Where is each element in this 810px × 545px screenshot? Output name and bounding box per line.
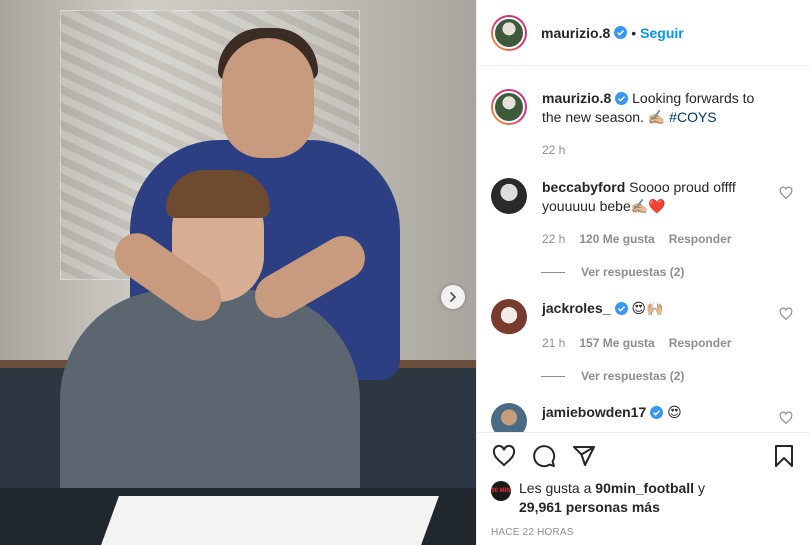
verified-icon <box>614 302 628 315</box>
likes-prefix: Les gusta a <box>519 480 596 496</box>
comment-time[interactable]: 21 h <box>542 334 565 353</box>
comments-list[interactable]: maurizio.8 Looking forwards to the new s… <box>477 66 810 432</box>
author-username[interactable]: maurizio.8 <box>541 25 610 41</box>
commenter-username[interactable]: jackroles_ <box>542 300 611 316</box>
share-button[interactable] <box>571 443 597 469</box>
post-actions: 90 MIN Les gusta a 90min_football y 29,9… <box>477 432 810 538</box>
liker-avatar[interactable]: 90 MIN <box>491 481 511 501</box>
verified-icon <box>615 92 629 105</box>
comment-likes[interactable]: 120 Me gusta <box>579 230 654 249</box>
photo-boy-hair <box>166 170 270 218</box>
heart-icon <box>492 444 516 467</box>
next-photo-button[interactable] <box>441 285 465 309</box>
post-header: maurizio.8 • Seguir <box>477 0 810 66</box>
action-icons <box>491 441 797 471</box>
commenter-avatar[interactable] <box>491 178 527 214</box>
comment-text: 😍🙌🏼 <box>631 300 664 316</box>
comment-icon <box>533 445 556 468</box>
caption-author-avatar[interactable] <box>491 89 527 125</box>
replies-line <box>541 271 565 273</box>
like-button[interactable] <box>491 443 517 469</box>
comment-item: jackroles_ 😍🙌🏼 21 h 157 Me gusta Respond… <box>491 299 797 353</box>
likes-summary: 90 MIN Les gusta a 90min_football y 29,9… <box>491 479 797 517</box>
liker-username[interactable]: 90min_football <box>595 480 694 496</box>
bookmark-icon <box>775 445 793 467</box>
caption-time[interactable]: 22 h <box>542 141 565 160</box>
replies-line <box>541 375 565 377</box>
comment-item: jamiebowden17 😍 <box>491 403 797 432</box>
post-side-panel: maurizio.8 • Seguir maurizio.8 Looking f… <box>476 0 810 545</box>
commenter-avatar[interactable] <box>491 299 527 335</box>
heart-icon[interactable] <box>779 307 793 321</box>
save-button[interactable] <box>771 443 797 469</box>
comment-text: 😍 <box>667 404 682 420</box>
heart-icon[interactable] <box>779 186 793 200</box>
post-timestamp[interactable]: HACE 22 HORAS <box>491 527 797 538</box>
commenter-username[interactable]: jamiebowden17 <box>542 404 646 420</box>
verified-icon <box>650 406 664 419</box>
view-replies-label: Ver respuestas (2) <box>581 265 685 279</box>
caption-username[interactable]: maurizio.8 <box>542 90 611 106</box>
view-replies-button[interactable]: Ver respuestas (2) <box>541 369 797 383</box>
reply-button[interactable]: Responder <box>669 230 732 249</box>
likes-middle: y <box>694 480 705 496</box>
chevron-right-icon <box>450 292 456 302</box>
view-replies-label: Ver respuestas (2) <box>581 369 685 383</box>
reply-button[interactable]: Responder <box>669 334 732 353</box>
share-icon <box>573 446 595 466</box>
caption-hashtag[interactable]: #COYS <box>669 109 716 125</box>
photo-paper <box>101 496 439 545</box>
follow-button[interactable]: Seguir <box>640 25 684 41</box>
comment-likes[interactable]: 157 Me gusta <box>579 334 654 353</box>
verified-icon <box>614 26 628 39</box>
comment-item: beccabyford Soooo proud offff youuuuu be… <box>491 178 797 249</box>
commenter-avatar[interactable] <box>491 403 527 432</box>
post-photo[interactable] <box>0 0 476 545</box>
author-avatar[interactable] <box>491 14 527 51</box>
caption: maurizio.8 Looking forwards to the new s… <box>491 89 797 160</box>
separator-dot: • <box>631 24 637 41</box>
photo-man-head <box>222 38 314 158</box>
likes-count[interactable]: 29,961 personas más <box>519 499 660 515</box>
heart-icon[interactable] <box>779 411 793 425</box>
comment-time[interactable]: 22 h <box>542 230 565 249</box>
photo-boy-body <box>60 290 360 520</box>
view-replies-button[interactable]: Ver respuestas (2) <box>541 265 797 279</box>
commenter-username[interactable]: beccabyford <box>542 179 625 195</box>
comment-button[interactable] <box>531 443 557 469</box>
